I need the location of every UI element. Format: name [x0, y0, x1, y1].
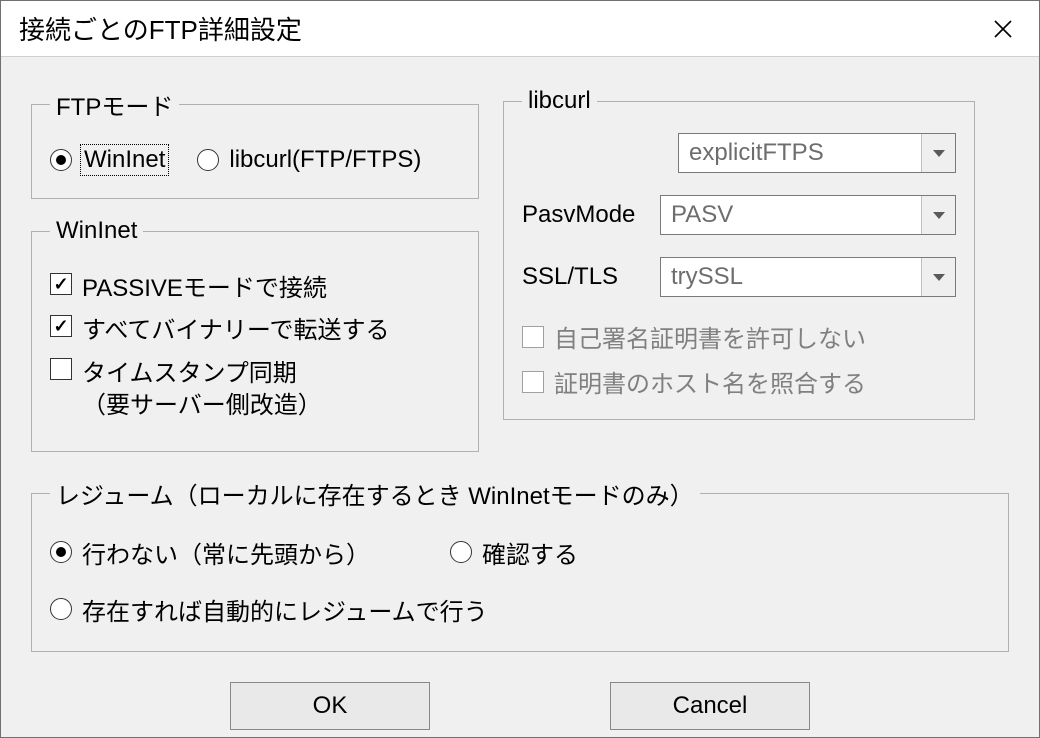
libcurl-selfsigned-checkbox[interactable]: 自己署名証明書を許可しない — [522, 319, 956, 354]
wininet-group: WinInet PASSIVEモードで接続 すべてバイナリーで転送する タイムス… — [31, 217, 479, 452]
dialog-body: FTPモード WinInet libcurl(FTP/FTPS) WinInet — [1, 57, 1039, 738]
libcurl-verifyhost-checkbox[interactable]: 証明書のホスト名を照合する — [522, 364, 956, 399]
ftp-mode-group: FTPモード WinInet libcurl(FTP/FTPS) — [31, 87, 479, 199]
libcurl-group: libcurl explicitFTPS PasvMode PASV — [503, 87, 975, 420]
resume-auto-option[interactable]: 存在すれば自動的にレジュームで行う — [50, 592, 590, 627]
ftp-mode-libcurl-option[interactable]: libcurl(FTP/FTPS) — [197, 146, 421, 174]
resume-auto-label: 存在すれば自動的にレジュームで行う — [82, 592, 488, 627]
checkbox-icon — [50, 273, 72, 295]
libcurl-protocol-value: explicitFTPS — [689, 139, 921, 167]
libcurl-selfsigned-label: 自己署名証明書を許可しない — [554, 319, 866, 354]
resume-none-option[interactable]: 行わない（常に先頭から） — [50, 535, 390, 570]
radio-icon — [197, 149, 219, 171]
libcurl-ssl-combo[interactable]: trySSL — [660, 257, 956, 297]
libcurl-ssl-value: trySSL — [671, 263, 921, 291]
wininet-binary-checkbox[interactable]: すべてバイナリーで転送する — [50, 315, 460, 347]
resume-none-label: 行わない（常に先頭から） — [82, 535, 370, 570]
ftp-mode-wininet-label: WinInet — [82, 146, 167, 174]
checkbox-icon — [522, 371, 544, 393]
ftp-mode-libcurl-label: libcurl(FTP/FTPS) — [229, 146, 421, 174]
libcurl-ssl-label: SSL/TLS — [522, 263, 652, 291]
ftp-mode-wininet-option[interactable]: WinInet — [50, 146, 167, 174]
chevron-down-icon — [921, 258, 955, 296]
libcurl-pasv-combo[interactable]: PASV — [660, 195, 956, 235]
window-title: 接続ごとのFTP詳細設定 — [19, 10, 302, 47]
resume-confirm-option[interactable]: 確認する — [450, 535, 790, 570]
resume-group: レジューム（ローカルに存在するとき WinInetモードのみ） 行わない（常に先… — [31, 476, 1009, 652]
titlebar: 接続ごとのFTP詳細設定 — [1, 1, 1039, 57]
ftp-mode-legend: FTPモード — [50, 87, 179, 122]
libcurl-verifyhost-label: 証明書のホスト名を照合する — [554, 364, 866, 399]
wininet-passive-checkbox[interactable]: PASSIVEモードで接続 — [50, 273, 460, 305]
checkbox-icon — [522, 326, 544, 348]
resume-confirm-label: 確認する — [482, 535, 578, 570]
close-icon — [993, 19, 1013, 39]
resume-legend: レジューム（ローカルに存在するとき WinInetモードのみ） — [50, 476, 700, 511]
wininet-timestamp-checkbox[interactable]: タイムスタンプ同期 （要サーバー側改造） — [50, 358, 460, 423]
libcurl-pasv-value: PASV — [671, 201, 921, 229]
wininet-timestamp-label: タイムスタンプ同期 （要サーバー側改造） — [82, 358, 322, 423]
wininet-legend: WinInet — [50, 217, 143, 245]
cancel-button[interactable]: Cancel — [610, 682, 810, 730]
radio-icon — [50, 541, 72, 563]
checkbox-icon — [50, 358, 72, 380]
chevron-down-icon — [921, 196, 955, 234]
wininet-passive-label: PASSIVEモードで接続 — [82, 273, 327, 305]
radio-icon — [450, 541, 472, 563]
wininet-binary-label: すべてバイナリーで転送する — [82, 315, 389, 347]
libcurl-pasv-label: PasvMode — [522, 201, 652, 229]
libcurl-legend: libcurl — [522, 87, 597, 115]
radio-icon — [50, 149, 72, 171]
chevron-down-icon — [921, 134, 955, 172]
close-button[interactable] — [981, 13, 1025, 45]
checkbox-icon — [50, 315, 72, 337]
libcurl-protocol-combo[interactable]: explicitFTPS — [678, 133, 956, 173]
ok-button[interactable]: OK — [230, 682, 430, 730]
radio-icon — [50, 598, 72, 620]
